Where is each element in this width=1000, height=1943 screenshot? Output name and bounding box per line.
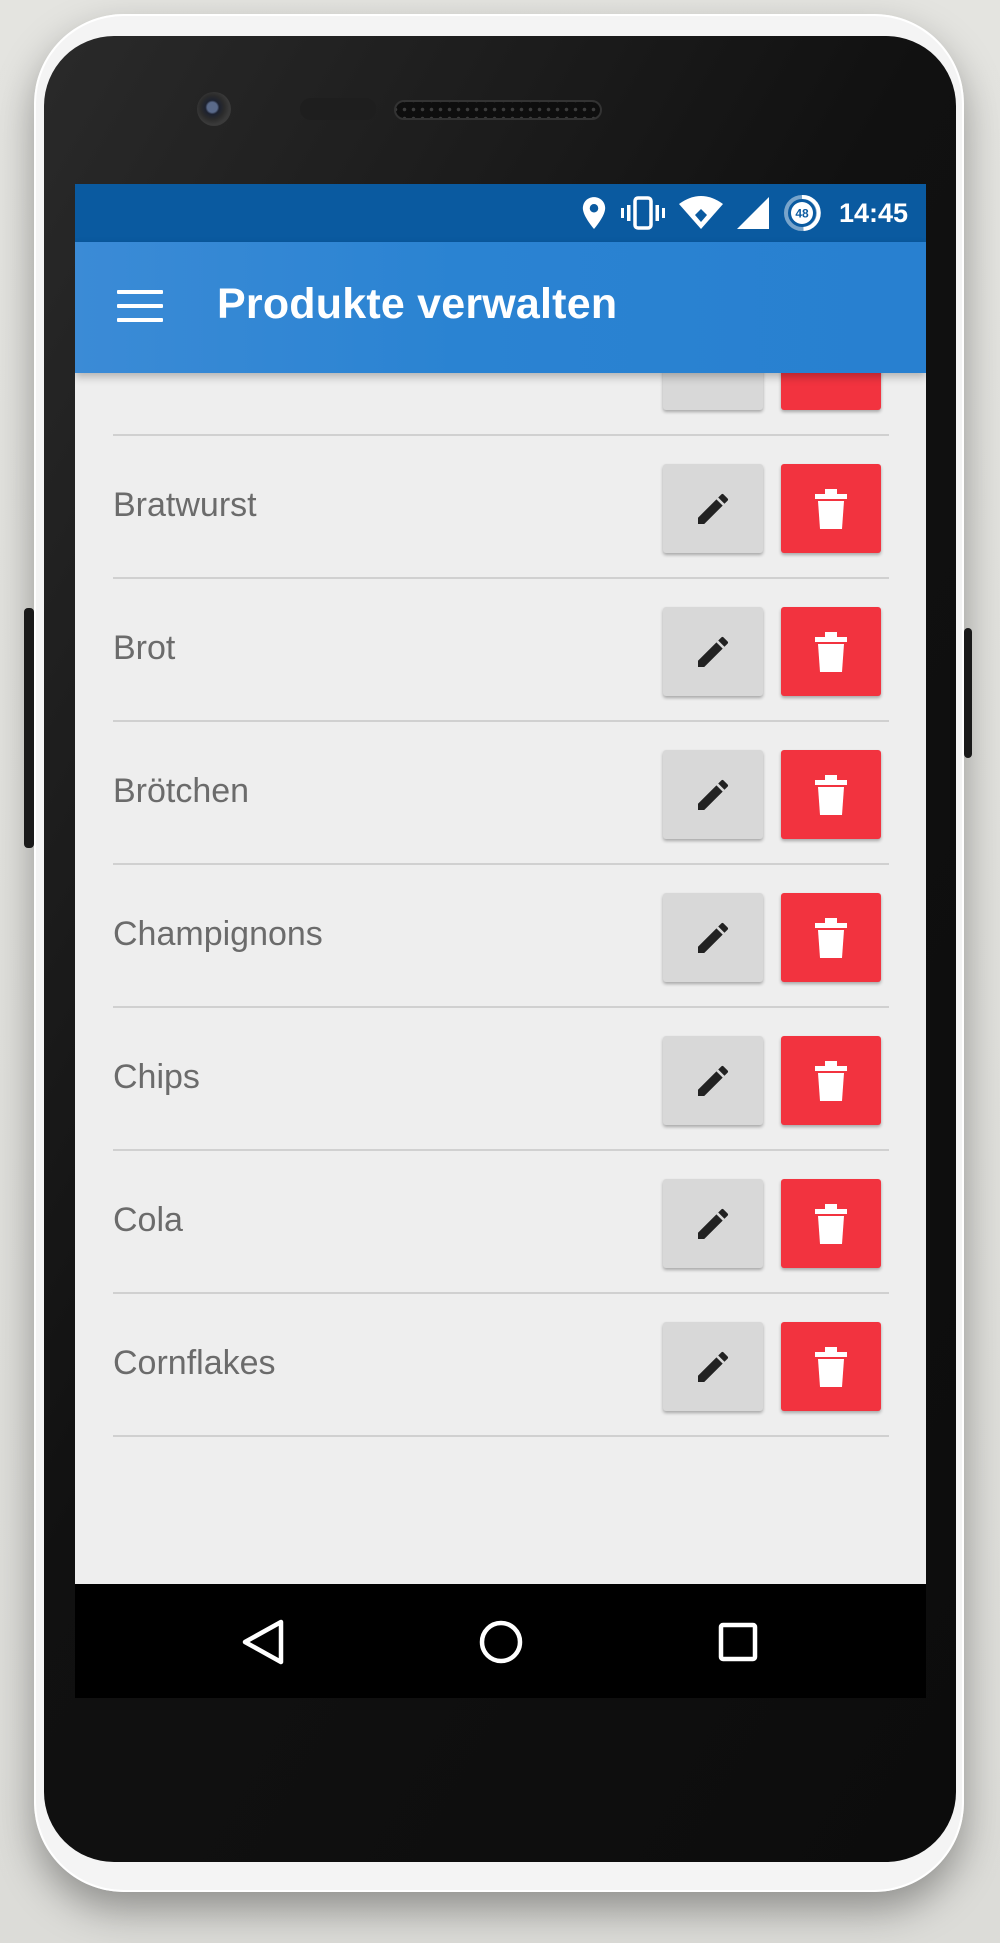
pencil-icon [698,1065,729,1096]
delete-button[interactable] [781,1036,881,1125]
location-icon [582,197,606,229]
edit-button[interactable] [663,1179,763,1268]
pencil-icon [698,636,729,667]
product-label: Champignons [113,915,323,953]
back-icon[interactable] [235,1614,291,1670]
trash-icon [815,774,847,815]
product-label: Bratwurst [113,486,257,524]
home-icon[interactable] [473,1614,529,1670]
cellular-signal-icon [736,197,769,229]
status-bar: 48 14:45 [75,184,926,242]
pencil-icon [698,1208,729,1239]
app-bar: Produkte verwalten [75,242,926,373]
list-item: Cola [113,1151,889,1294]
vibrate-icon [620,196,665,230]
product-list[interactable]: Bratwurst Brot Brötchen Champignons Chip… [75,373,926,1616]
list-item: Chips [113,1008,889,1151]
product-label: Brötchen [113,772,250,810]
edit-button[interactable] [663,1322,763,1411]
list-item [113,373,889,436]
proximity-sensor [300,98,376,120]
status-time: 14:45 [838,197,908,228]
list-item: Cornflakes [113,1294,889,1437]
pencil-icon [698,922,729,953]
trash-icon [815,1346,847,1387]
edit-button[interactable] [663,1036,763,1125]
earpiece-speaker [394,100,602,120]
delete-button[interactable] [781,373,881,410]
delete-button[interactable] [781,464,881,553]
battery-level: 48 [795,207,809,221]
edit-button[interactable] [663,750,763,839]
edit-button[interactable] [663,373,763,410]
trash-icon [815,917,847,958]
delete-button[interactable] [781,1322,881,1411]
trash-icon [815,488,847,529]
list-item: Bratwurst [113,436,889,579]
pencil-icon [698,779,729,810]
trash-icon [815,1060,847,1101]
pencil-icon [698,493,729,524]
list-item: Brötchen [113,722,889,865]
delete-button[interactable] [781,1179,881,1268]
recent-apps-icon[interactable] [710,1614,766,1670]
list-item: Brot [113,579,889,722]
volume-button [24,608,34,848]
product-label: Brot [113,629,176,667]
front-camera [197,92,231,126]
edit-button[interactable] [663,893,763,982]
light-sensor [267,104,277,114]
hamburger-menu-icon[interactable] [117,290,163,324]
navigation-bar [75,1584,926,1698]
product-label: Cornflakes [113,1344,276,1382]
delete-button[interactable] [781,750,881,839]
product-label: Cola [113,1201,183,1239]
trash-icon [815,631,847,672]
delete-button[interactable] [781,607,881,696]
delete-button[interactable] [781,893,881,982]
wifi-icon [678,196,723,229]
page-title: Produkte verwalten [217,280,618,328]
battery-icon: 48 [783,194,821,231]
trash-icon [815,1203,847,1244]
edit-button[interactable] [663,607,763,696]
power-button [964,628,972,758]
edit-button[interactable] [663,464,763,553]
screen: 48 14:45 Produkte verwalten Bratwurst Br [75,184,926,1698]
pencil-icon [698,1351,729,1382]
product-label: Chips [113,1058,200,1096]
list-item: Champignons [113,865,889,1008]
